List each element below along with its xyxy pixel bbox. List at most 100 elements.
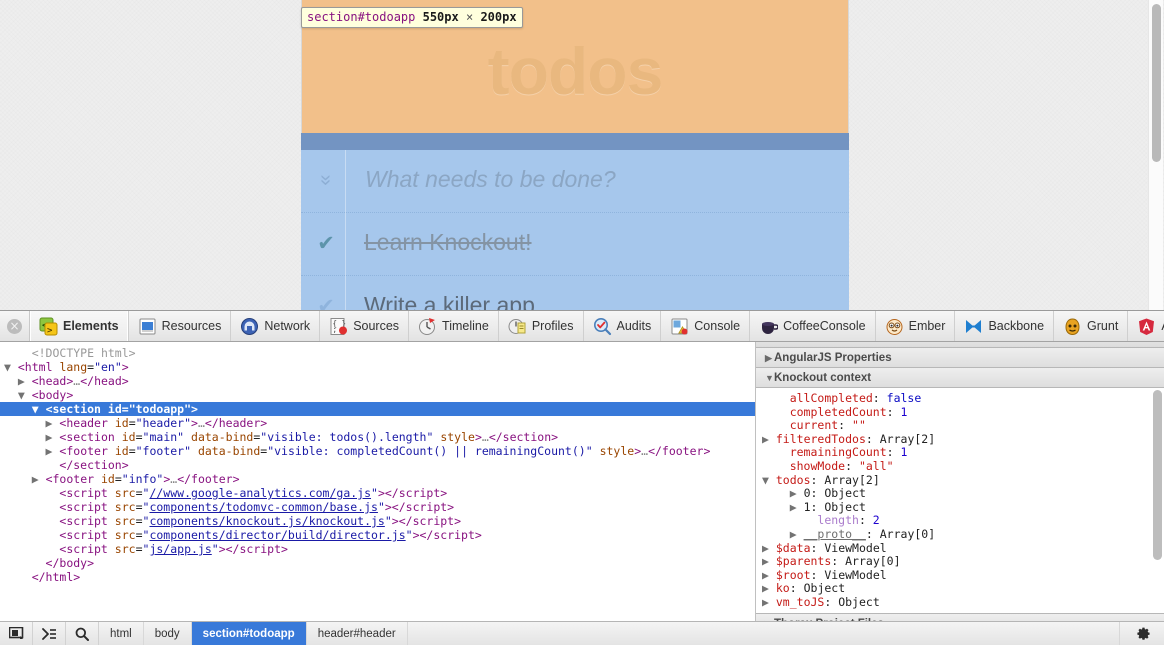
knockout-property-value: Object [838, 595, 880, 609]
page-scrollbar-thumb[interactable] [1152, 4, 1161, 162]
devtools-tab-backbone[interactable]: Backbone [955, 311, 1054, 341]
timeline-icon [418, 317, 437, 336]
sidebar-section-knockout-context[interactable]: ▼Knockout context [756, 368, 1164, 388]
new-todo-input[interactable]: What needs to be done? [365, 166, 616, 193]
devtools-tab-elements[interactable]: <>>Elements [30, 311, 129, 341]
knockout-property-row[interactable]: ▶ __proto__: Array[0] [756, 528, 1164, 542]
breadcrumb-filler [408, 622, 1120, 645]
knockout-property-row[interactable]: ▶ 1: Object [756, 501, 1164, 515]
dock-to-right-icon[interactable] [33, 622, 66, 645]
knockout-property-row[interactable]: ▶ ko: Object [756, 582, 1164, 596]
devtools-tab-coffeeconsole[interactable]: CoffeeConsole [750, 311, 875, 341]
chevron-down-icon: ▼ [765, 368, 774, 388]
dom-node[interactable]: <script src="//www.google-analytics.com/… [0, 486, 755, 500]
knockout-property-name: ko [776, 581, 790, 595]
devtools-tab-resources[interactable]: Resources [129, 311, 232, 341]
knockout-property-name: filteredTodos [776, 432, 866, 446]
dom-node[interactable]: ▼ <html lang="en"> [0, 360, 755, 374]
search-icon[interactable] [66, 622, 99, 645]
console-icon [670, 317, 689, 336]
dom-tree-pane[interactable]: <!DOCTYPE html>▼ <html lang="en"> ▶ <hea… [0, 342, 756, 622]
disclosure-triangle-icon: ▶ [762, 554, 769, 568]
knockout-property-row[interactable]: current: "" [756, 419, 1164, 433]
gear-glyph [1134, 625, 1151, 642]
knockout-property-row[interactable]: completedCount: 1 [756, 406, 1164, 420]
todo-list-item[interactable]: ✔ Write a killer app [301, 276, 849, 310]
devtools-tab-sources[interactable]: { };Sources [320, 311, 409, 341]
breadcrumb-item-section-todoapp[interactable]: section#todoapp [192, 622, 307, 645]
dom-node[interactable]: <!DOCTYPE html> [0, 346, 755, 360]
grunt-icon [1063, 317, 1082, 336]
disclosure-triangle-icon: ▶ [18, 374, 25, 388]
disclosure-triangle-icon: ▶ [46, 430, 53, 444]
sidebar-pane: ▶AngularJS Properties▼Knockout context a… [756, 342, 1164, 622]
knockout-property-row[interactable]: showMode: "all" [756, 460, 1164, 474]
knockout-property-row[interactable]: ▶ $root: ViewModel [756, 569, 1164, 583]
devtools-tab-grunt[interactable]: Grunt [1054, 311, 1128, 341]
disclosure-triangle-icon: ▶ [762, 432, 769, 446]
search-glyph [75, 627, 89, 641]
devtools-tab-audits[interactable]: Audits [584, 311, 662, 341]
inspect-element-icon[interactable] [0, 622, 33, 645]
disclosure-triangle-icon: ▼ [32, 402, 39, 416]
dom-node[interactable]: <script src="components/director/build/d… [0, 528, 755, 542]
dom-node[interactable]: ▶ <header id="header">…</header> [0, 416, 755, 430]
devtools-tab-console[interactable]: Console [661, 311, 750, 341]
knockout-property-row[interactable]: ▶ filteredTodos: Array[2] [756, 433, 1164, 447]
dom-node[interactable]: ▼ <body> [0, 388, 755, 402]
sidebar-section-angularjs-properties[interactable]: ▶AngularJS Properties [756, 348, 1164, 368]
knockout-property-value: Object [824, 500, 866, 514]
svg-text:>: > [47, 326, 53, 336]
knockout-property-name: showMode [790, 459, 845, 473]
todo-item-label: Write a killer app [364, 292, 535, 310]
dom-node[interactable]: <script src="components/knockout.js/knoc… [0, 514, 755, 528]
sidebar-scrollbar-thumb[interactable] [1153, 390, 1162, 560]
devtools-tab-label: Audits [617, 319, 652, 333]
tooltip-height: 200px [480, 10, 516, 24]
knockout-property-row[interactable]: ▶ vm_toJS: Object [756, 596, 1164, 610]
coffee-icon [759, 317, 778, 336]
knockout-property-row[interactable]: ▶ 0: Object [756, 487, 1164, 501]
devtools-tab-angularjs[interactable]: AngularJS [1128, 311, 1164, 341]
knockout-context-list[interactable]: allCompleted: false completedCount: 1 cu… [756, 388, 1164, 614]
knockout-property-row[interactable]: length: 2 [756, 514, 1164, 528]
dom-node-selected[interactable]: ▼ <section id="todoapp"> [0, 402, 755, 416]
devtools-tab-ember[interactable]: Ember [876, 311, 956, 341]
knockout-property-row[interactable]: ▼ todos: Array[2] [756, 474, 1164, 488]
check-icon[interactable]: ✔ [313, 231, 339, 256]
dom-node[interactable]: </section> [0, 458, 755, 472]
dom-node[interactable]: </body> [0, 556, 755, 570]
check-icon[interactable]: ✔ [313, 294, 339, 310]
page-scrollbar[interactable] [1148, 0, 1163, 310]
dom-node[interactable]: ▶ <footer id="info">…</footer> [0, 472, 755, 486]
dom-node[interactable]: <script src="js/app.js"></script> [0, 542, 755, 556]
devtools-tab-network[interactable]: Network [231, 311, 320, 341]
gear-icon[interactable] [1120, 622, 1164, 645]
dom-node[interactable]: <script src="components/todomvc-common/b… [0, 500, 755, 514]
breadcrumb-item-body[interactable]: body [144, 622, 192, 645]
knockout-property-value: Object [804, 581, 846, 595]
knockout-property-name: todos [776, 473, 811, 487]
chevron-right-icon: ▶ [765, 348, 774, 368]
close-devtools-button[interactable]: × [0, 311, 30, 341]
dom-node[interactable]: ▶ <head>…</head> [0, 374, 755, 388]
knockout-property-value: Array[2] [880, 432, 935, 446]
knockout-property-row[interactable]: ▶ $parents: Array[0] [756, 555, 1164, 569]
devtools-tab-profiles[interactable]: Profiles [499, 311, 584, 341]
dom-node[interactable]: </html> [0, 570, 755, 584]
knockout-property-row[interactable]: remainingCount: 1 [756, 446, 1164, 460]
todo-list-item[interactable]: ✔ Learn Knockout! [301, 213, 849, 276]
knockout-property-row[interactable]: ▶ $data: ViewModel [756, 542, 1164, 556]
dom-node[interactable]: ▶ <section id="main" data-bind="visible:… [0, 430, 755, 444]
angularjs-icon [1137, 317, 1156, 336]
chevron-double-icon[interactable]: » [316, 165, 336, 195]
knockout-property-value: 2 [873, 513, 880, 527]
knockout-property-row[interactable]: allCompleted: false [756, 392, 1164, 406]
breadcrumb-item-html[interactable]: html [99, 622, 144, 645]
dom-node[interactable]: ▶ <footer id="footer" data-bind="visible… [0, 444, 755, 458]
inspect-element-glyph [9, 627, 24, 640]
breadcrumb-item-header-header[interactable]: header#header [307, 622, 408, 645]
devtools-tab-timeline[interactable]: Timeline [409, 311, 499, 341]
devtools-tab-label: Network [264, 319, 310, 333]
devtools-tab-label: CoffeeConsole [783, 319, 865, 333]
